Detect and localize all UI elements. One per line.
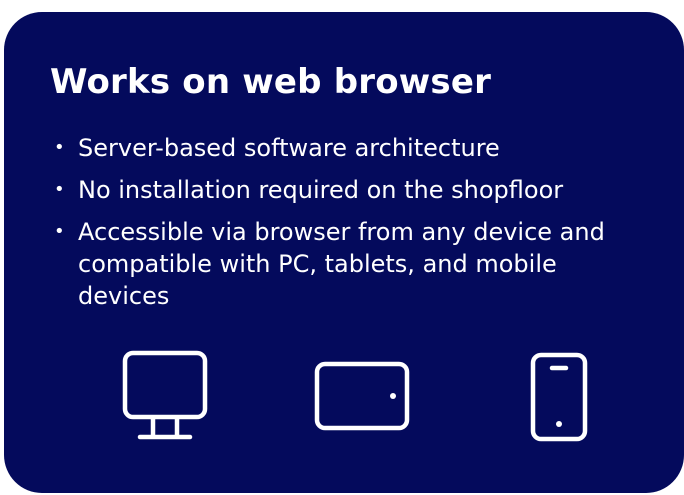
- bullet-marker: •: [54, 221, 65, 242]
- card-title: Works on web browser: [50, 62, 492, 102]
- bullet-marker: •: [54, 137, 65, 158]
- feature-list-item: • Accessible via browser from any device…: [52, 216, 652, 312]
- bullet-marker: •: [54, 179, 65, 200]
- feature-text: Server-based software architecture: [78, 134, 500, 162]
- device-icons: [4, 348, 684, 448]
- mobile-phone-icon: [530, 352, 588, 442]
- feature-list-item: • No installation required on the shopfl…: [52, 174, 652, 206]
- feature-list-item: • Server-based software architecture: [52, 132, 652, 164]
- feature-text: Accessible via browser from any device a…: [78, 218, 605, 310]
- desktop-monitor-icon: [122, 350, 208, 440]
- feature-card: Works on web browser • Server-based soft…: [4, 12, 684, 493]
- feature-text: No installation required on the shopfloo…: [78, 176, 564, 204]
- feature-list: • Server-based software architecture • N…: [52, 132, 652, 322]
- tablet-icon: [314, 361, 410, 431]
